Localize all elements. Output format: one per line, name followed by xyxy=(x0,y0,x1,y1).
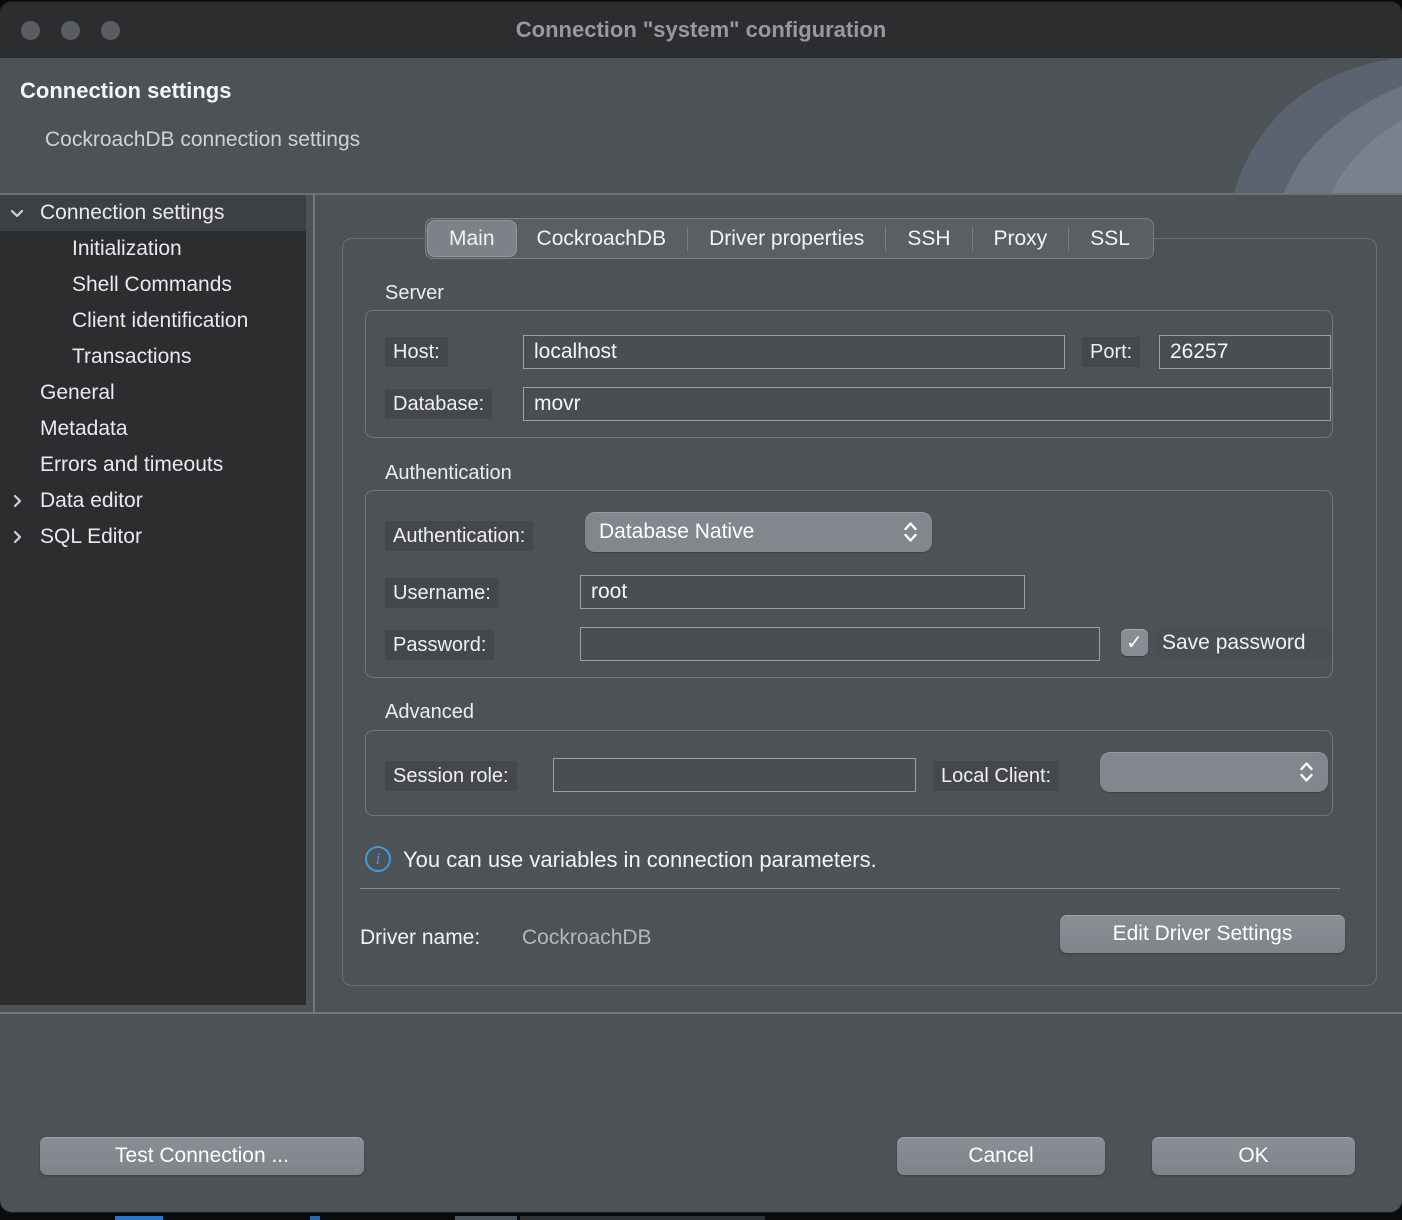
sidebar-item-initialization[interactable]: Initialization xyxy=(0,231,306,267)
sidebar-item-errors-and-timeouts[interactable]: Errors and timeouts xyxy=(0,447,306,483)
footer-divider xyxy=(0,1012,1402,1014)
updown-chevrons-icon xyxy=(903,520,918,544)
port-input[interactable] xyxy=(1159,335,1331,369)
sidebar-item-sql-editor[interactable]: SQL Editor xyxy=(0,519,306,555)
chevron-right-icon[interactable] xyxy=(8,528,26,546)
username-label: Username: xyxy=(385,578,499,608)
driver-name-label: Driver name: xyxy=(360,926,480,950)
sidebar-item-label: Shell Commands xyxy=(72,273,232,297)
sidebar-item-label: Client identification xyxy=(72,309,248,333)
tab-ssh[interactable]: SSH xyxy=(886,221,971,256)
port-label: Port: xyxy=(1082,337,1140,367)
sidebar-item-label: General xyxy=(40,381,115,405)
driver-name-value: CockroachDB xyxy=(522,926,652,950)
backdrop-sliver xyxy=(520,1216,765,1220)
sidebar-divider xyxy=(313,195,315,1014)
updown-chevrons-icon xyxy=(1299,760,1314,784)
window-title: Connection "system" configuration xyxy=(0,17,1402,43)
session-role-label: Session role: xyxy=(385,761,517,791)
checkmark-icon: ✓ xyxy=(1126,633,1143,653)
chevron-right-icon[interactable] xyxy=(8,492,26,510)
sidebar-item-label: Data editor xyxy=(40,489,143,513)
sidebar-item-general[interactable]: General xyxy=(0,375,306,411)
authentication-group-label: Authentication xyxy=(385,462,512,485)
sidebar-item-label: Metadata xyxy=(40,417,128,441)
sidebar-item-shell-commands[interactable]: Shell Commands xyxy=(0,267,306,303)
sidebar-item-metadata[interactable]: Metadata xyxy=(0,411,306,447)
authentication-selected-value: Database Native xyxy=(599,520,754,544)
database-label: Database: xyxy=(385,389,492,419)
dialog-header: Connection settings CockroachDB connecti… xyxy=(0,58,1402,193)
authentication-label: Authentication: xyxy=(385,521,533,551)
advanced-group-label: Advanced xyxy=(385,701,474,724)
sidebar-item-label: Transactions xyxy=(72,345,191,369)
sidebar-item-transactions[interactable]: Transactions xyxy=(0,339,306,375)
tab-bar: MainCockroachDBDriver propertiesSSHProxy… xyxy=(425,218,1154,259)
tab-cockroachdb[interactable]: CockroachDB xyxy=(516,221,688,256)
ok-button[interactable]: OK xyxy=(1152,1137,1355,1175)
titlebar: Connection "system" configuration xyxy=(0,2,1402,58)
sidebar-item-connection-settings[interactable]: Connection settings xyxy=(0,195,306,231)
tab-ssl[interactable]: SSL xyxy=(1069,221,1151,256)
sidebar-item-data-editor[interactable]: Data editor xyxy=(0,483,306,519)
info-icon-glyph: i xyxy=(376,849,381,869)
sidebar-item-label: SQL Editor xyxy=(40,525,142,549)
password-label: Password: xyxy=(385,630,494,660)
local-client-select[interactable] xyxy=(1100,752,1328,792)
cancel-button[interactable]: Cancel xyxy=(897,1137,1105,1175)
sidebar-item-label: Initialization xyxy=(72,237,182,261)
sidebar-tree: Connection settings Initialization Shell C… xyxy=(0,195,306,1005)
connection-configuration-dialog: Connection "system" configuration Connec… xyxy=(0,2,1402,1212)
sidebar-item-client-identification[interactable]: Client identification xyxy=(0,303,306,339)
save-password-checkbox[interactable]: ✓ xyxy=(1121,629,1148,656)
chevron-down-icon[interactable] xyxy=(8,204,26,222)
password-input[interactable] xyxy=(580,627,1100,661)
tab-main[interactable]: Main xyxy=(428,221,516,256)
save-password-label: Save password xyxy=(1156,628,1332,658)
backdrop-sliver xyxy=(115,1216,163,1220)
edit-driver-settings-button[interactable]: Edit Driver Settings xyxy=(1060,915,1345,953)
host-label: Host: xyxy=(385,337,448,367)
backdrop-sliver xyxy=(455,1216,517,1220)
content-divider xyxy=(360,888,1340,889)
backdrop-sliver xyxy=(310,1216,320,1220)
server-group-label: Server xyxy=(385,282,444,305)
page-title: Connection settings xyxy=(20,78,231,104)
test-connection-button[interactable]: Test Connection ... xyxy=(40,1137,364,1175)
host-input[interactable] xyxy=(523,335,1065,369)
sidebar-item-label: Connection settings xyxy=(40,201,224,225)
local-client-label: Local Client: xyxy=(933,761,1059,791)
page-subtitle: CockroachDB connection settings xyxy=(45,128,360,152)
tab-proxy[interactable]: Proxy xyxy=(973,221,1069,256)
database-input[interactable] xyxy=(523,387,1331,421)
tab-driver-properties[interactable]: Driver properties xyxy=(688,221,885,256)
authentication-select[interactable]: Database Native xyxy=(585,512,932,552)
decorative-swoosh xyxy=(1172,58,1402,193)
session-role-input[interactable] xyxy=(553,758,916,792)
info-icon: i xyxy=(365,846,391,872)
sidebar-item-label: Errors and timeouts xyxy=(40,453,223,477)
info-message: You can use variables in connection para… xyxy=(403,847,877,873)
username-input[interactable] xyxy=(580,575,1025,609)
